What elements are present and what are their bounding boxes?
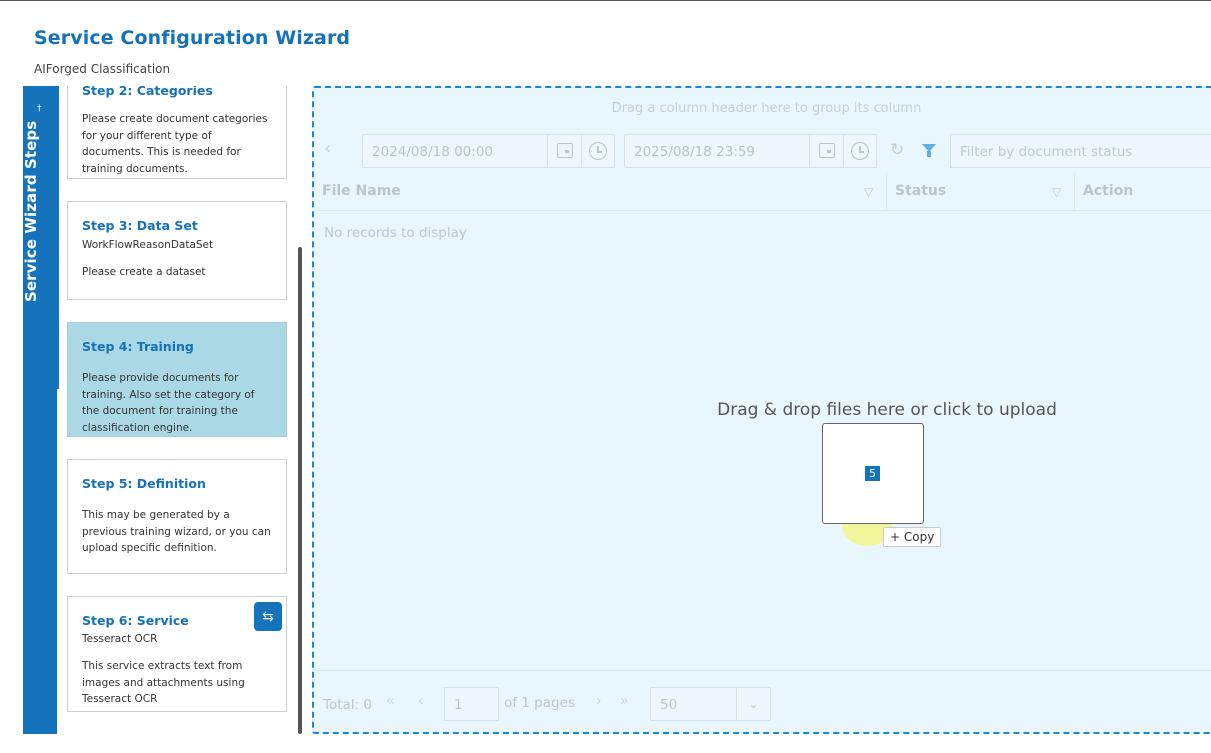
refresh-icon[interactable]: ↻: [890, 140, 904, 160]
upload-dropzone[interactable]: Drag a column header here to group its c…: [312, 86, 1211, 734]
chevron-left-icon[interactable]: ‹: [324, 138, 331, 159]
grid-header-row: File Name ▽ Status ▽ Action: [314, 173, 1211, 211]
swap-arrows-icon[interactable]: ⇆: [254, 602, 282, 631]
upload-message[interactable]: Drag & drop files here or click to uploa…: [314, 400, 1211, 420]
date-from-value: 2024/08/18 00:00: [372, 144, 494, 160]
step-card-data-set[interactable]: Step 3: Data Set WorkFlowReasonDataSet P…: [67, 201, 287, 300]
steps-list: Step 2: Categories Please create documen…: [57, 86, 297, 734]
grid-pager: Total: 0 « ‹ 1 of 1 pages › » 50 ⌄: [314, 670, 1211, 732]
status-filter-input[interactable]: Filter by document status: [950, 134, 1211, 168]
step-title: Step 5: Definition: [82, 476, 206, 491]
page-size-select[interactable]: 50 ⌄: [650, 687, 771, 721]
chevron-down-icon[interactable]: ⌄: [736, 688, 770, 720]
clock-icon: [851, 142, 869, 160]
grid-empty-message: No records to display: [324, 225, 467, 241]
step-title: Step 6: Service: [82, 613, 189, 628]
drag-count-badge: 5: [865, 466, 880, 481]
step-card-categories[interactable]: Step 2: Categories Please create documen…: [67, 86, 287, 179]
column-separator: [1074, 173, 1075, 211]
date-from-picker[interactable]: 2024/08/18 00:00: [362, 134, 615, 168]
steps-rail-label: Service Wizard Steps: [22, 120, 40, 302]
calendar-button[interactable]: [809, 135, 843, 167]
calendar-button[interactable]: [547, 135, 581, 167]
prev-page-icon[interactable]: ‹: [418, 693, 424, 709]
first-page-icon[interactable]: «: [386, 693, 395, 709]
pager-page-count: of 1 pages: [504, 695, 575, 711]
step-title: Step 2: Categories: [82, 86, 213, 98]
column-header-file-name[interactable]: File Name: [322, 183, 401, 199]
group-panel-hint[interactable]: Drag a column header here to group its c…: [314, 101, 1211, 116]
page-subtitle: AIForged Classification: [34, 62, 171, 76]
step-description: Please create a dataset: [82, 266, 206, 278]
step-card-definition[interactable]: Step 5: Definition This may be generated…: [67, 459, 287, 574]
next-page-icon[interactable]: ›: [596, 693, 602, 709]
drag-preview: 5: [822, 423, 924, 524]
pin-icon[interactable]: †: [37, 104, 42, 114]
page-number-value: 1: [454, 697, 463, 713]
step-title: Step 4: Training: [82, 339, 194, 354]
copy-tooltip: + Copy: [883, 527, 942, 547]
filter-icon[interactable]: ▽: [1052, 185, 1061, 199]
page-title: Service Configuration Wizard: [34, 27, 351, 49]
step-description: Please provide documents for training. A…: [82, 372, 255, 434]
status-filter-placeholder: Filter by document status: [960, 144, 1133, 160]
page-number-input[interactable]: 1: [444, 687, 499, 721]
clock-button[interactable]: [581, 135, 615, 167]
step-subtitle: Tesseract OCR: [82, 633, 158, 645]
filter-icon[interactable]: [922, 144, 936, 157]
clock-button[interactable]: [843, 135, 877, 167]
step-subtitle: WorkFlowReasonDataSet: [82, 239, 214, 251]
step-description: Please create document categories for yo…: [82, 113, 268, 175]
pager-total: Total: 0: [323, 697, 372, 713]
steps-scrollbar[interactable]: [298, 247, 302, 734]
plus-icon: +: [890, 530, 901, 544]
calendar-icon: [819, 143, 835, 158]
page-size-value: 50: [660, 697, 678, 713]
step-description: This service extracts text from images a…: [82, 660, 245, 705]
column-header-status[interactable]: Status: [895, 183, 946, 199]
step-card-training[interactable]: Step 4: Training Please provide document…: [67, 322, 287, 437]
step-title: Step 3: Data Set: [82, 218, 198, 233]
calendar-icon: [557, 143, 573, 158]
clock-icon: [589, 142, 607, 160]
window-top-border: [0, 0, 1211, 1]
date-to-value: 2025/08/18 23:59: [634, 144, 756, 160]
column-separator: [886, 173, 887, 211]
date-to-picker[interactable]: 2025/08/18 23:59: [624, 134, 877, 168]
last-page-icon[interactable]: »: [620, 693, 629, 709]
step-description: This may be generated by a previous trai…: [82, 509, 271, 554]
column-header-action[interactable]: Action: [1083, 183, 1133, 199]
copy-label: Copy: [903, 530, 935, 544]
filter-icon[interactable]: ▽: [864, 185, 873, 199]
